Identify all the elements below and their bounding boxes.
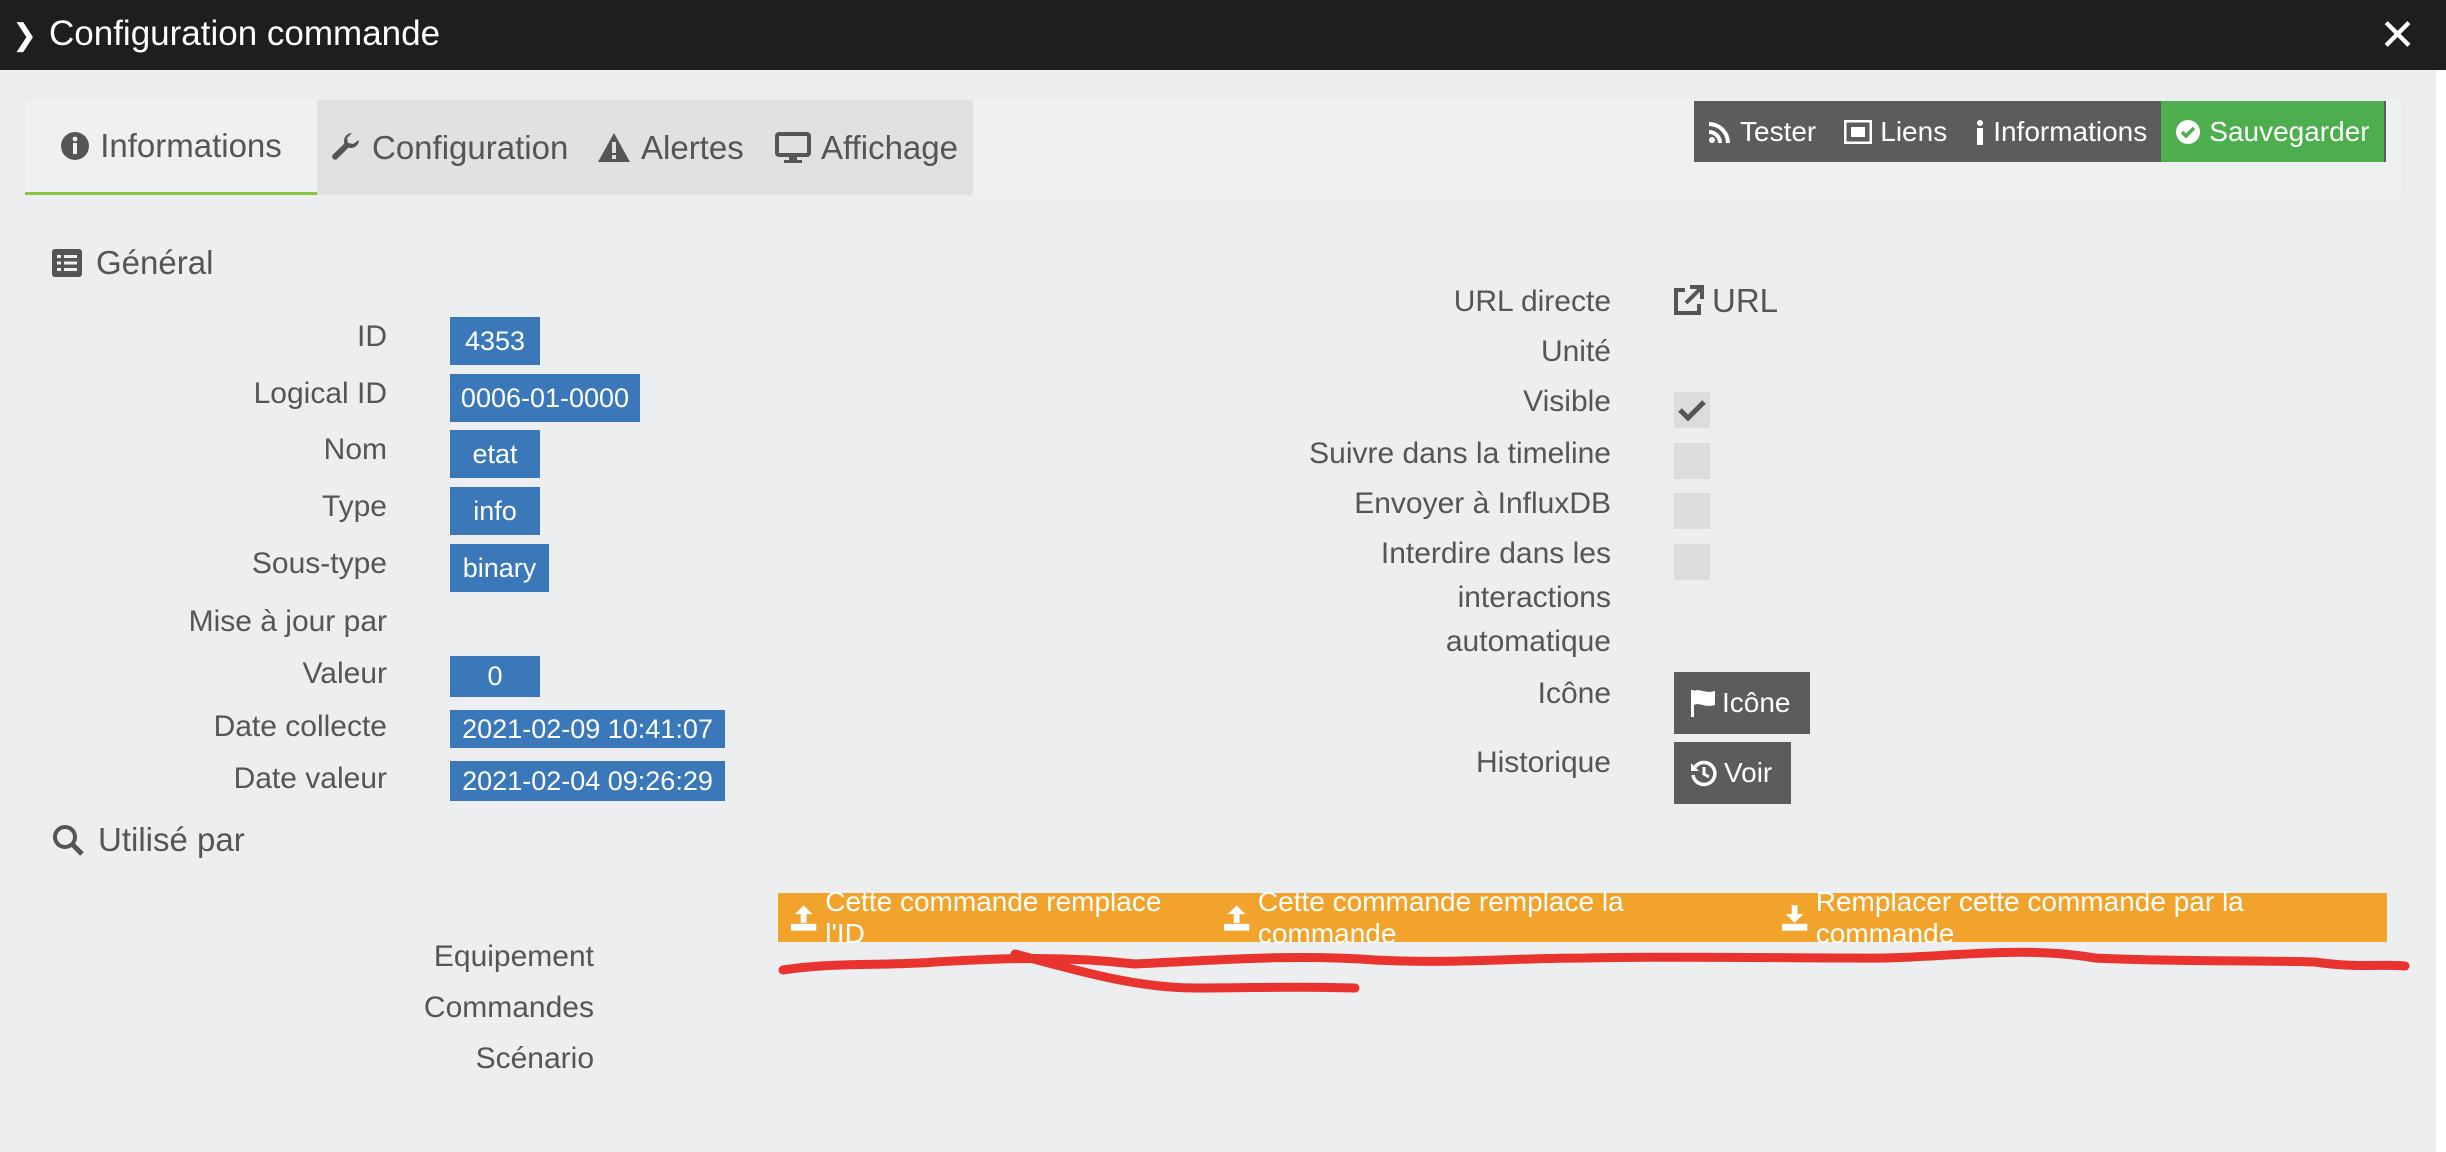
field-value-id: 4353 (450, 317, 540, 365)
tab-label: Configuration (372, 128, 569, 166)
icone-button[interactable]: Icône (1674, 672, 1810, 734)
upload-icon (1223, 904, 1249, 931)
tab-label: Alertes (641, 128, 744, 166)
tab-label: Affichage (821, 128, 958, 166)
interdire-checkbox[interactable] (1674, 544, 1710, 580)
field-label-sous-type: Sous-type (251, 547, 387, 580)
voir-button-label: Voir (1724, 757, 1773, 788)
flag-icon (1691, 690, 1715, 717)
informations-label: Informations (1993, 115, 2148, 147)
field-value-date-collecte: 2021-02-09 10:41:07 (450, 710, 725, 748)
red-annotation-stroke (778, 947, 2410, 993)
field-value-logical-id: 0006-01-0000 (450, 374, 640, 422)
replace-id-button[interactable]: Cette commande remplace l'ID (778, 886, 1211, 949)
window-edge (2436, 70, 2446, 1152)
window-titlebar: ❯ Configuration commande ✕ (0, 0, 2446, 70)
toolbar: Tester Liens Informations Sauvegarder (1694, 101, 2386, 162)
label-interdire-1: Interdire dans les (1380, 537, 1611, 570)
tab-alertes[interactable]: Alertes (597, 100, 744, 195)
tab-configuration[interactable]: Configuration (330, 100, 568, 195)
close-icon[interactable]: ✕ (2379, 10, 2416, 61)
label-unite: Unité (1540, 335, 1611, 368)
tab-affichage[interactable]: Affichage (775, 100, 958, 195)
field-label-mise-a-jour: Mise à jour par (188, 605, 387, 638)
url-link-text: URL (1712, 282, 1779, 319)
replace-cmd-button[interactable]: Cette commande remplace la commande (1211, 886, 1769, 949)
field-value-date-valeur: 2021-02-04 09:26:29 (450, 761, 725, 801)
warning-icon (598, 132, 630, 162)
timeline-checkbox[interactable] (1674, 443, 1710, 479)
field-value-valeur: 0 (450, 656, 540, 697)
rss-icon (1709, 121, 1730, 143)
section-title-text: Général (96, 244, 214, 281)
informations-button[interactable]: Informations (1961, 101, 2161, 162)
liens-button[interactable]: Liens (1830, 101, 1961, 162)
section-utilise-par-title: Utilisé par (52, 821, 245, 859)
field-label-logical-id: Logical ID (253, 377, 387, 410)
label-equipement: Equipement (433, 940, 594, 973)
search-icon (53, 825, 84, 856)
field-label-id: ID (357, 320, 387, 353)
label-interdire-3: automatique (1445, 625, 1611, 658)
field-value-sous-type: binary (450, 544, 549, 592)
replace-by-button[interactable]: Remplacer cette commande par la commande (1769, 886, 2387, 949)
external-link-icon (1674, 285, 1704, 315)
icone-button-label: Icône (1722, 687, 1791, 718)
tab-label: Informations (100, 127, 282, 164)
info-circle-icon (61, 132, 90, 160)
sauvegarder-button[interactable]: Sauvegarder (2161, 101, 2384, 162)
label-visible: Visible (1523, 385, 1611, 418)
download-icon (1781, 904, 1807, 931)
label-historique: Historique (1475, 746, 1611, 779)
label-url-directe: URL directe (1453, 285, 1611, 318)
field-value-type: info (450, 487, 540, 535)
field-label-date-valeur: Date valeur (233, 762, 387, 795)
upload-icon (790, 904, 817, 931)
tester-button[interactable]: Tester (1694, 101, 1830, 162)
list-icon (52, 249, 82, 277)
replace-actions-bar: Cette commande remplace l'ID Cette comma… (778, 886, 2387, 949)
influxdb-checkbox[interactable] (1674, 493, 1710, 529)
label-influxdb: Envoyer à InfluxDB (1354, 487, 1611, 520)
history-icon (1691, 760, 1717, 787)
liens-label: Liens (1880, 115, 1948, 147)
links-icon (1844, 119, 1873, 144)
label-interdire-2: interactions (1457, 581, 1611, 614)
field-value-nom: etat (450, 430, 540, 478)
sauvegarder-label: Sauvegarder (2209, 115, 2370, 147)
label-scenario: Scénario (475, 1042, 594, 1075)
field-label-valeur: Valeur (302, 657, 388, 690)
label-commandes: Commandes (423, 991, 594, 1024)
tester-label: Tester (1740, 115, 1817, 147)
field-label-nom: Nom (323, 433, 387, 466)
monitor-icon (775, 131, 811, 163)
field-label-type: Type (321, 490, 387, 523)
tab-informations[interactable]: Informations (25, 100, 317, 195)
section-title-text: Utilisé par (98, 821, 245, 858)
chevron-right-icon[interactable]: ❯ (12, 18, 37, 53)
check-circle-icon (2176, 119, 2201, 144)
section-general-title: Général (52, 244, 213, 282)
wrench-icon (332, 132, 359, 160)
window-title: Configuration commande (49, 14, 441, 53)
visible-checkbox[interactable] (1674, 392, 1710, 428)
url-link[interactable]: URL (1672, 282, 1778, 320)
info-icon (1977, 119, 1984, 145)
checkmark-icon (1678, 400, 1706, 422)
field-label-date-collecte: Date collecte (213, 710, 387, 743)
label-timeline: Suivre dans la timeline (1309, 437, 1611, 470)
voir-button[interactable]: Voir (1674, 742, 1791, 804)
label-icone: Icône (1537, 677, 1611, 710)
